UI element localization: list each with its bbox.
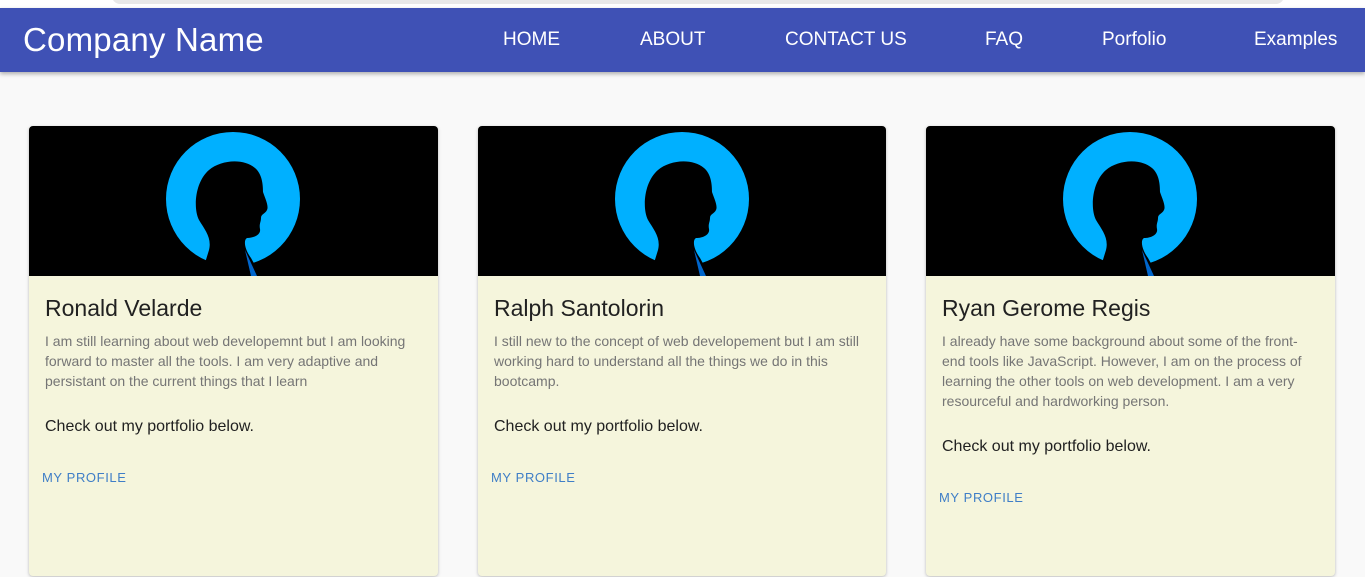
person-silhouette-icon [166, 132, 300, 276]
card-description: I still new to the concept of web develo… [494, 333, 859, 389]
profile-card: Ronald Velarde I am still learning about… [29, 126, 438, 576]
nav-home[interactable]: HOME [503, 28, 560, 52]
card-image [926, 126, 1335, 276]
person-silhouette-icon [615, 132, 749, 276]
my-profile-button[interactable]: MY PROFILE [42, 469, 127, 487]
card-cta-text: Check out my portfolio below. [45, 418, 254, 435]
card-title: Ralph Santolorin [494, 295, 665, 321]
nav-faq[interactable]: FAQ [985, 28, 1023, 52]
app-bar: Company Name HOME ABOUT CONTACT US FAQ P… [0, 8, 1365, 72]
person-silhouette-icon [1063, 132, 1197, 276]
nav-examples[interactable]: Examples [1254, 28, 1337, 52]
card-cta-text: Check out my portfolio below. [494, 418, 703, 435]
profile-card: Ralph Santolorin I still new to the conc… [478, 126, 886, 576]
card-title: Ryan Gerome Regis [942, 295, 1151, 321]
my-profile-button[interactable]: MY PROFILE [939, 489, 1024, 507]
card-image [478, 126, 886, 276]
profile-card: Ryan Gerome Regis I already have some ba… [926, 126, 1335, 576]
my-profile-button[interactable]: MY PROFILE [491, 469, 576, 487]
nav-about[interactable]: ABOUT [640, 28, 705, 52]
card-description: I already have some background about som… [942, 333, 1302, 409]
brand-title[interactable]: Company Name [23, 20, 264, 60]
card-description: I am still learning about web developemn… [45, 333, 406, 389]
browser-address-bar-edge [112, 0, 1284, 4]
card-cta-text: Check out my portfolio below. [942, 438, 1151, 455]
browser-top-strip [0, 0, 1365, 8]
card-image [29, 126, 438, 276]
nav-portfolio[interactable]: Porfolio [1102, 28, 1166, 52]
nav-contact-us[interactable]: CONTACT US [785, 28, 907, 52]
card-title: Ronald Velarde [45, 295, 203, 321]
